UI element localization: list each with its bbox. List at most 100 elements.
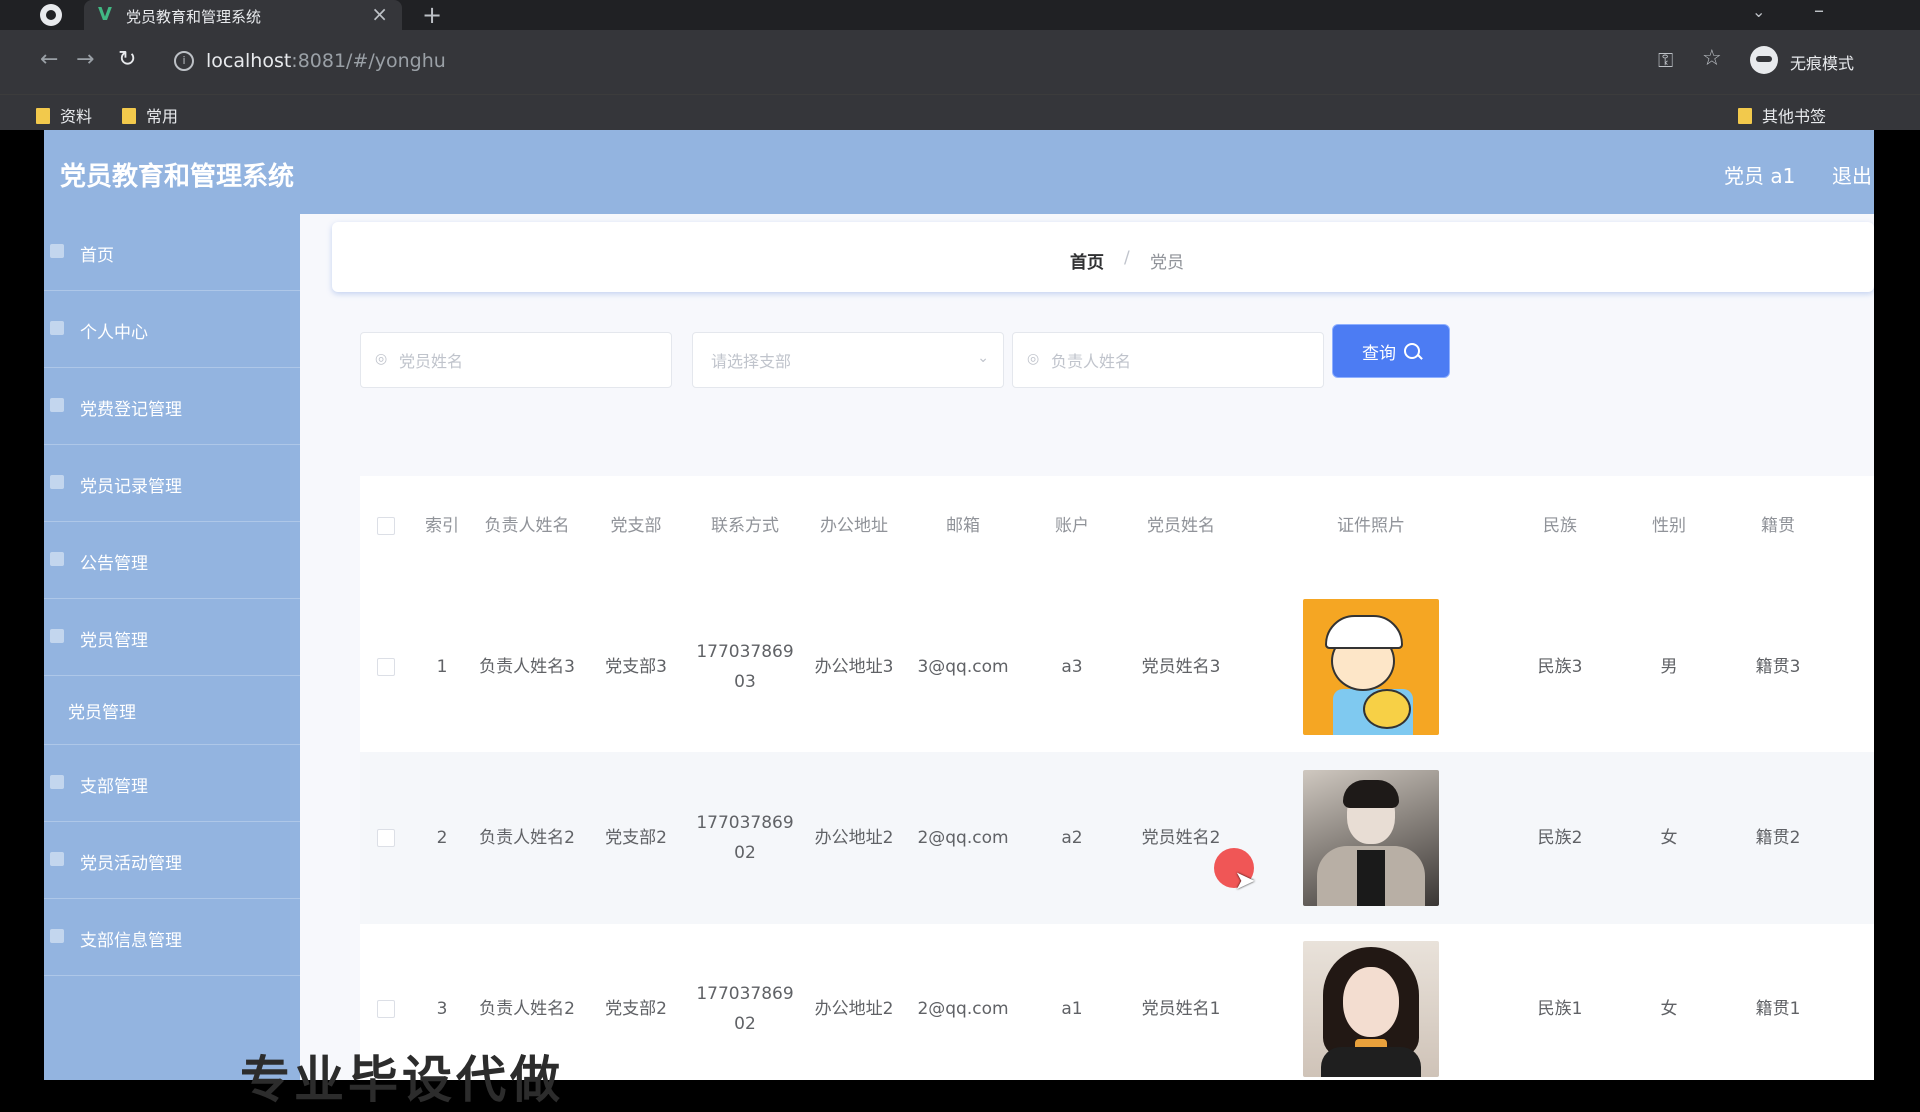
screen-border-right bbox=[1874, 130, 1920, 1080]
browser-logo-icon bbox=[40, 4, 62, 26]
reload-icon[interactable]: ↻ bbox=[118, 46, 136, 74]
minimize-icon[interactable]: – bbox=[1814, 0, 1824, 22]
bookmark-item[interactable]: 常用 bbox=[122, 103, 178, 127]
folder-icon bbox=[122, 108, 136, 124]
column-header[interactable]: 籍贯 bbox=[1724, 476, 1832, 576]
column-header[interactable]: 党员姓名 bbox=[1126, 476, 1236, 576]
column-header[interactable]: 办公地址 bbox=[800, 476, 908, 576]
column-header[interactable]: 性别 bbox=[1614, 476, 1724, 576]
menu-icon bbox=[50, 775, 64, 789]
menu-icon bbox=[50, 852, 64, 866]
user-icon: ◎ bbox=[375, 351, 388, 367]
logout-link[interactable]: 退出 bbox=[1832, 160, 1872, 189]
cell-office: 办公地址2 bbox=[814, 999, 894, 1019]
sidebar-item-profile[interactable]: 个人中心 bbox=[44, 291, 300, 368]
key-icon[interactable]: ⚿ bbox=[1658, 48, 1673, 72]
forward-icon[interactable]: → bbox=[76, 46, 94, 74]
leader-name-field[interactable]: ◎ bbox=[1012, 332, 1324, 388]
cell-account: a3 bbox=[1061, 657, 1083, 677]
incognito-label: 无痕模式 bbox=[1790, 54, 1855, 73]
screen-border-left bbox=[0, 130, 44, 1080]
cell-index: 2 bbox=[436, 828, 448, 848]
cell-branch: 党支部2 bbox=[605, 828, 667, 848]
column-header[interactable]: 联系方式 bbox=[690, 476, 800, 576]
sidebar-item-home[interactable]: 首页 bbox=[44, 214, 300, 291]
cell-phone: 17703786902 bbox=[696, 813, 794, 863]
row-select-cell[interactable] bbox=[360, 582, 412, 752]
row-checkbox[interactable] bbox=[377, 1000, 395, 1018]
cell-email: 2@qq.com bbox=[917, 999, 1009, 1019]
browser-tab[interactable]: V 党员教育和管理系统 × bbox=[84, 0, 402, 30]
vue-favicon-icon: V bbox=[98, 4, 112, 25]
column-header[interactable]: 负责人姓名 bbox=[472, 476, 582, 576]
table-row[interactable]: 2 负责人姓名2 党支部2 17703786902 办公地址2 2@qq.com… bbox=[360, 752, 1874, 924]
cell-branch: 党支部3 bbox=[605, 657, 667, 677]
branch-select[interactable]: ⌄ bbox=[692, 332, 1004, 388]
sidebar-subitem-members[interactable]: 党员管理 bbox=[44, 676, 300, 745]
mouse-cursor-icon: ➤ bbox=[1234, 866, 1256, 896]
new-tab-icon[interactable]: + bbox=[422, 1, 442, 29]
app-title: 党员教育和管理系统 bbox=[60, 162, 295, 192]
cell-origin: 籍贯3 bbox=[1755, 657, 1801, 677]
member-name-field[interactable]: ◎ bbox=[360, 332, 672, 388]
info-icon[interactable]: i bbox=[174, 51, 194, 71]
sidebar-item-members[interactable]: 党员管理 bbox=[44, 599, 300, 676]
leader-name-input[interactable] bbox=[1049, 347, 1303, 375]
row-select-cell[interactable] bbox=[360, 752, 412, 924]
member-photo[interactable] bbox=[1303, 941, 1439, 1077]
members-table: 索引 负责人姓名 党支部 联系方式 办公地址 邮箱 账户 党员姓名 证件照片 民… bbox=[360, 476, 1874, 1080]
member-name-input[interactable] bbox=[397, 347, 651, 375]
cell-member-name: 党员姓名2 bbox=[1141, 828, 1221, 848]
cell-leader: 负责人姓名3 bbox=[479, 657, 575, 677]
breadcrumb-home[interactable]: 首页 bbox=[1070, 248, 1104, 273]
select-all-checkbox[interactable] bbox=[377, 517, 395, 535]
bookmarks-bar: 资料 常用 其他书签 bbox=[0, 94, 1920, 131]
star-icon[interactable]: ☆ bbox=[1702, 46, 1722, 71]
member-photo[interactable] bbox=[1303, 599, 1439, 735]
other-bookmarks[interactable]: 其他书签 bbox=[1738, 103, 1826, 127]
search-button[interactable]: 查询 bbox=[1332, 324, 1450, 378]
cell-email: 3@qq.com bbox=[917, 657, 1009, 677]
cell-origin: 籍贯2 bbox=[1755, 828, 1801, 848]
app-header: 党员教育和管理系统 党员 a1 退出 bbox=[44, 130, 1874, 214]
bookmark-item[interactable]: 资料 bbox=[36, 103, 92, 127]
cell-photo bbox=[1236, 752, 1506, 924]
table-row[interactable]: 1 负责人姓名3 党支部3 17703786903 办公地址3 3@qq.com… bbox=[360, 582, 1874, 752]
cell-ethnic: 民族2 bbox=[1537, 828, 1583, 848]
menu-icon bbox=[50, 244, 64, 258]
row-checkbox[interactable] bbox=[377, 829, 395, 847]
sidebar-item-activities[interactable]: 党员活动管理 bbox=[44, 822, 300, 899]
url-text[interactable]: localhost:8081/#/yonghu bbox=[206, 50, 446, 72]
chevron-down-icon: ⌄ bbox=[977, 350, 989, 366]
sidebar: 首页 个人中心 党费登记管理 党员记录管理 公告管理 党员管理 党员管理 支部管… bbox=[44, 214, 300, 1080]
sidebar-item-branches[interactable]: 支部管理 bbox=[44, 745, 300, 822]
menu-icon bbox=[50, 629, 64, 643]
column-header[interactable]: 索引 bbox=[412, 476, 472, 576]
sidebar-item-fees[interactable]: 党费登记管理 bbox=[44, 368, 300, 445]
column-header[interactable]: 证件照片 bbox=[1236, 476, 1506, 576]
cell-account: a1 bbox=[1061, 999, 1083, 1019]
address-bar[interactable]: i localhost:8081/#/yonghu bbox=[160, 44, 1720, 80]
sidebar-item-records[interactable]: 党员记录管理 bbox=[44, 445, 300, 522]
back-icon[interactable]: ← bbox=[40, 46, 58, 74]
tab-bar: V 党员教育和管理系统 × + ⌄ – bbox=[0, 0, 1920, 30]
sidebar-item-branch-info[interactable]: 支部信息管理 bbox=[44, 899, 300, 976]
select-all-cell[interactable] bbox=[360, 476, 412, 576]
cell-branch: 党支部2 bbox=[605, 999, 667, 1019]
column-header[interactable]: 邮箱 bbox=[908, 476, 1018, 576]
table-header-row: 索引 负责人姓名 党支部 联系方式 办公地址 邮箱 账户 党员姓名 证件照片 民… bbox=[360, 476, 1874, 576]
incognito-icon bbox=[1750, 46, 1778, 74]
row-checkbox[interactable] bbox=[377, 658, 395, 676]
column-header[interactable]: 党支部 bbox=[582, 476, 690, 576]
sidebar-item-notices[interactable]: 公告管理 bbox=[44, 522, 300, 599]
member-photo[interactable] bbox=[1303, 770, 1439, 906]
close-icon[interactable]: × bbox=[371, 2, 388, 26]
chevron-down-icon[interactable]: ⌄ bbox=[1752, 2, 1765, 21]
menu-icon bbox=[50, 475, 64, 489]
cell-gender: 男 bbox=[1660, 657, 1678, 677]
branch-select-input[interactable] bbox=[709, 347, 963, 375]
column-header[interactable]: 账户 bbox=[1018, 476, 1126, 576]
column-header[interactable]: 民族 bbox=[1506, 476, 1614, 576]
folder-icon bbox=[1738, 108, 1752, 124]
table-row[interactable]: 3 负责人姓名2 党支部2 17703786902 办公地址2 2@qq.com… bbox=[360, 924, 1874, 1080]
